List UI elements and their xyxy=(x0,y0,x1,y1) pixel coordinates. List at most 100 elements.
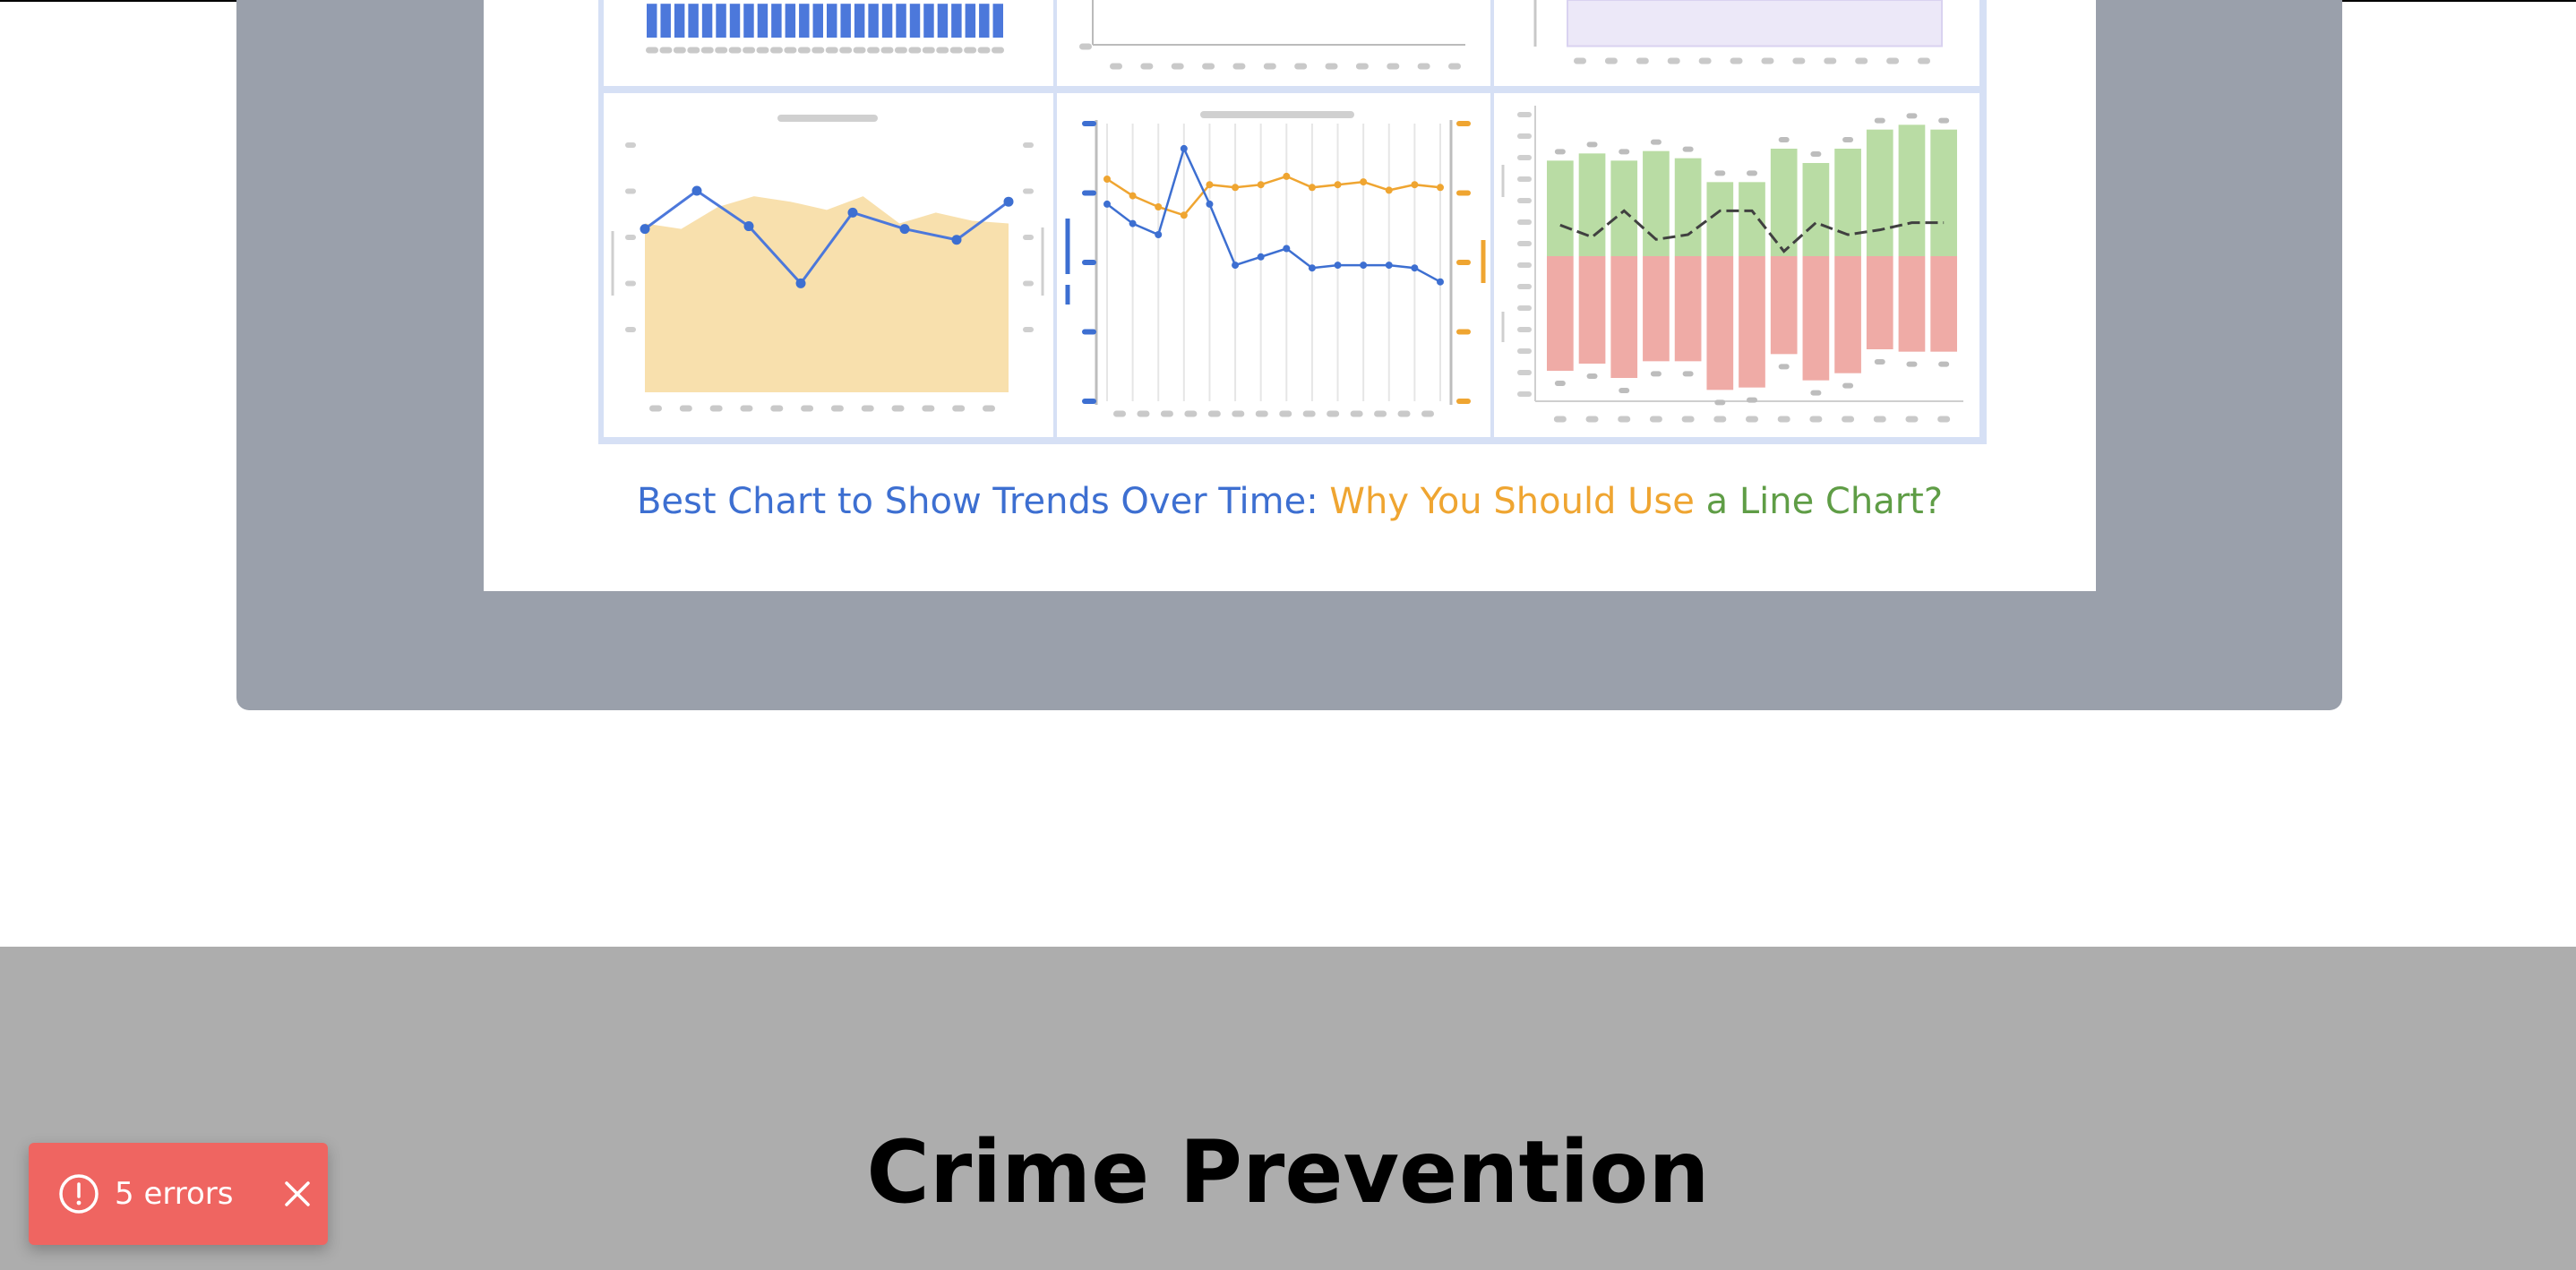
chart-1-x-tick xyxy=(659,47,673,54)
chart-2-x-tick xyxy=(1140,63,1154,70)
chart-5-x-tick xyxy=(1184,410,1198,417)
chart-4-x-tick xyxy=(952,405,966,412)
line-point xyxy=(640,224,650,235)
chart-4-left-y-tick xyxy=(625,235,636,240)
bar-mark xyxy=(701,4,713,38)
gain-bar xyxy=(1930,129,1957,256)
chart-6-y-tick xyxy=(1517,284,1532,289)
chart-6-y-tick xyxy=(1517,370,1532,375)
chart-6-y-tick xyxy=(1517,198,1532,203)
line-point xyxy=(1385,186,1393,194)
chart-5-svg xyxy=(1065,111,1486,417)
loss-data-label xyxy=(1619,388,1630,393)
chart-5-left-y-tick xyxy=(1082,121,1096,126)
chart-6-y-tick xyxy=(1517,391,1532,397)
chart-1-x-tick xyxy=(756,47,769,54)
chart-1-x-tick xyxy=(797,47,811,54)
bar-mark xyxy=(868,4,879,38)
loss-bar xyxy=(1610,256,1638,378)
chart-2-x-tick xyxy=(1294,63,1308,70)
bar-mark xyxy=(757,4,769,38)
chart-1-x-tick xyxy=(867,47,880,54)
chart-6-y-tick xyxy=(1517,348,1532,354)
chart-5-x-tick xyxy=(1232,410,1245,417)
chart-6-y-tick xyxy=(1517,219,1532,225)
loss-data-label xyxy=(1874,359,1885,365)
chart-2-x-tick xyxy=(1202,63,1215,70)
bar-mark xyxy=(896,4,906,38)
bar-mark xyxy=(647,4,657,38)
chart-5-left-y-tick xyxy=(1082,260,1096,265)
bar-mark xyxy=(729,4,741,38)
chart-3-svg xyxy=(1533,0,1943,64)
line-point xyxy=(1257,253,1265,261)
chart-5-left-y-tick xyxy=(1082,190,1096,196)
chart-1-x-tick xyxy=(853,47,866,54)
line-point xyxy=(795,278,806,288)
line-point xyxy=(1206,200,1214,208)
chart-1-x-tick xyxy=(811,47,825,54)
chart-4-x-tick xyxy=(891,405,905,412)
chart-5-x-tick xyxy=(1207,410,1221,417)
chart-4-x-tick xyxy=(922,405,935,412)
chart-5-x-tick xyxy=(1279,410,1292,417)
area-mark xyxy=(645,196,1009,392)
bar-mark xyxy=(771,4,782,38)
chart-2-x-tick xyxy=(1355,63,1369,70)
loss-bar xyxy=(1739,256,1765,388)
section-title: Crime Prevention xyxy=(866,1122,1710,1223)
area-mark xyxy=(1567,0,1943,47)
bar-mark xyxy=(854,4,865,38)
gain-bar xyxy=(1674,158,1702,256)
loss-bar xyxy=(1866,256,1893,349)
chart-1-x-tick xyxy=(700,47,714,54)
chart-4-right-y-tick xyxy=(1023,142,1034,148)
chart-5-x-tick xyxy=(1255,410,1268,417)
loss-data-label xyxy=(1842,382,1854,389)
chart-1-x-tick xyxy=(964,47,977,54)
chart-6-x-tick xyxy=(1777,416,1790,423)
gain-bar xyxy=(1547,160,1574,256)
chart-2-y-tick xyxy=(1079,43,1092,50)
bar-mark xyxy=(881,4,893,38)
chart-5-right-y-tick xyxy=(1456,260,1471,265)
chart-5-x-tick xyxy=(1160,410,1173,417)
figure-caption: Best Chart to Show Trends Over Time: Why… xyxy=(484,475,2096,528)
chart-3-x-tick xyxy=(1698,57,1712,64)
chart-5-x-tick xyxy=(1421,410,1434,417)
chart-4-x-tick xyxy=(770,405,784,412)
caption-part-2: Why You Should Use xyxy=(1329,481,1695,522)
gain-data-label xyxy=(1682,146,1694,152)
chart-3-x-tick xyxy=(1855,57,1868,64)
loss-bar xyxy=(1547,256,1574,371)
line-point xyxy=(1103,200,1111,208)
line-point xyxy=(1411,181,1419,189)
bar-mark xyxy=(743,4,754,38)
loss-bar xyxy=(1674,256,1702,362)
chart-1-x-tick xyxy=(769,47,783,54)
bar-mark xyxy=(965,4,976,38)
close-icon[interactable] xyxy=(281,1178,313,1210)
chart-2-x-tick xyxy=(1171,63,1184,70)
loss-bar xyxy=(1643,256,1670,362)
line-point xyxy=(1103,176,1111,183)
chart-3-x-tick xyxy=(1574,57,1586,64)
chart-6-x-tick xyxy=(1585,416,1599,423)
chart-4-x-tick xyxy=(709,405,723,412)
chart-6-svg xyxy=(1501,106,1963,423)
gain-data-label xyxy=(1619,149,1630,155)
chart-5-x-tick xyxy=(1397,410,1411,417)
chart-1-x-tick xyxy=(839,47,853,54)
chart-5-right-y-tick xyxy=(1456,329,1471,335)
chart-1-x-tick xyxy=(880,47,894,54)
bar-mark xyxy=(674,4,685,38)
gain-bar xyxy=(1834,149,1861,256)
gain-bar xyxy=(1898,124,1926,256)
chart-1-x-tick xyxy=(908,47,922,54)
chart-4 xyxy=(604,93,1053,437)
loss-bar xyxy=(1802,256,1830,381)
error-toast[interactable]: 5 errors xyxy=(29,1143,328,1245)
line-point xyxy=(1308,184,1316,192)
chart-1-svg xyxy=(646,4,1004,54)
chart-5-x-tick xyxy=(1113,410,1126,417)
